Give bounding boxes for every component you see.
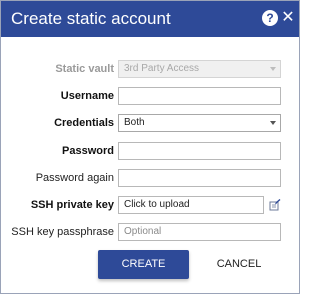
cancel-button[interactable]: CANCEL [209,250,269,279]
credentials-label: Credentials [54,117,114,129]
username-input[interactable] [118,87,281,105]
create-button[interactable]: CREATE [98,250,189,279]
static-vault-label: Static vault [55,63,114,75]
ssh-private-key-value: Click to upload [124,199,190,210]
username-label: Username [60,90,114,102]
password-input[interactable] [118,142,281,160]
password-label: Password [62,145,114,157]
dialog-title: Create static account [11,9,171,28]
dialog-title-bar: Create static account ? ✕ [1,1,299,37]
ssh-key-passphrase-placeholder: Optional [124,226,162,237]
ssh-key-passphrase-label: SSH key passphrase [11,226,114,238]
static-vault-value: 3rd Party Access [124,63,200,74]
password-again-input[interactable] [118,169,281,187]
chevron-down-icon [270,67,276,71]
ssh-key-passphrase-input[interactable]: Optional [118,223,281,241]
static-vault-select: 3rd Party Access [118,60,281,78]
password-again-label: Password again [35,172,114,184]
close-icon[interactable]: ✕ [280,9,296,27]
ssh-private-key-label: SSH private key [30,199,114,211]
chevron-down-icon [270,121,276,125]
create-static-account-dialog: Create static account ? ✕ Static vault 3… [0,0,300,294]
upload-file-icon[interactable] [269,199,281,211]
credentials-value: Both [124,117,145,128]
ssh-private-key-upload[interactable]: Click to upload [118,196,264,214]
credentials-select[interactable]: Both [118,114,281,132]
help-icon[interactable]: ? [262,10,278,26]
